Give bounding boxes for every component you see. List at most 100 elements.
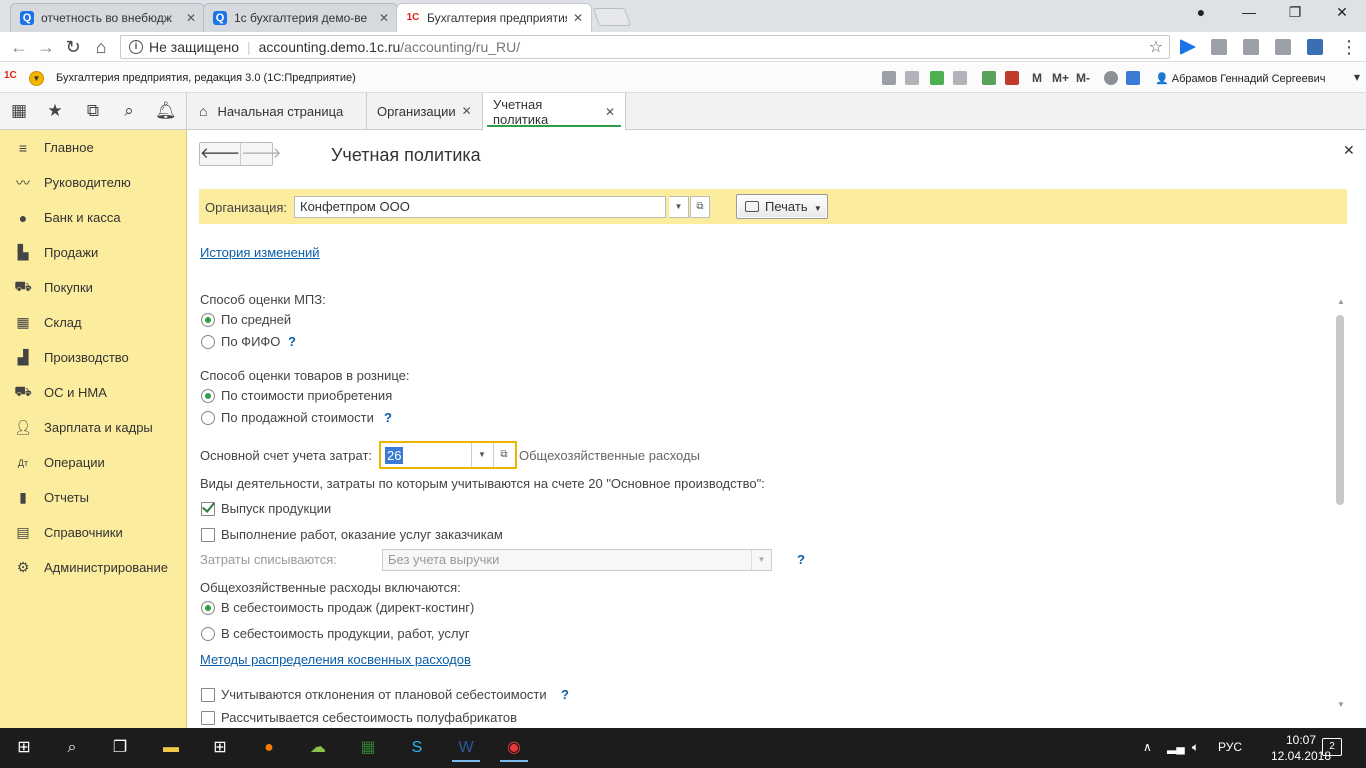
info-icon[interactable]: i <box>129 40 143 54</box>
open-icon[interactable]: ⧉ <box>690 196 710 218</box>
open-icon[interactable]: ⧉ <box>493 443 514 467</box>
cost-account-field[interactable]: 26 ▼ ⧉ <box>379 441 517 469</box>
extension-icon[interactable] <box>1243 39 1259 55</box>
file-explorer-icon[interactable]: ▬ <box>157 734 185 762</box>
section-manager[interactable]: 〰 Руководителю <box>0 165 187 200</box>
chevron-down-icon[interactable]: ▼ <box>669 196 689 218</box>
memory-minus-button[interactable]: M- <box>1076 71 1090 85</box>
minimize-button[interactable]: — <box>1234 4 1264 20</box>
forward-arrow-icon[interactable]: → <box>35 37 57 57</box>
section-purchases[interactable]: ⛟ Покупки <box>0 270 187 305</box>
main-menu-icon[interactable]: ▼ <box>29 71 44 86</box>
bookmark-star-icon[interactable]: ☆ <box>1149 37 1163 57</box>
organization-field[interactable]: Конфетпром ООО <box>294 196 666 218</box>
close-icon[interactable]: ✕ <box>462 104 472 118</box>
browser-menu-icon[interactable]: ⋮ <box>1338 37 1360 57</box>
section-reports[interactable]: ▮ Отчеты <box>0 480 187 515</box>
section-sales[interactable]: ▙ Продажи <box>0 235 187 270</box>
close-icon[interactable]: ✕ <box>1343 142 1355 159</box>
scroll-down-icon[interactable]: ▼ <box>1337 700 1345 709</box>
download-icon[interactable] <box>930 71 944 85</box>
word-icon[interactable]: W <box>452 734 480 762</box>
close-icon[interactable]: ✕ <box>605 105 615 119</box>
checkbox-services[interactable] <box>201 528 215 542</box>
checkbox-deviations[interactable] <box>201 688 215 702</box>
help-icon[interactable]: ? <box>288 334 296 349</box>
windows-start-icon[interactable]: ⊞ <box>10 734 38 762</box>
store-icon[interactable]: ⊞ <box>206 734 234 762</box>
methods-link[interactable]: Методы распределения косвенных расходов <box>200 652 471 667</box>
checkbox-semi-products[interactable] <box>201 711 215 725</box>
new-tab-button[interactable] <box>592 8 632 26</box>
reload-icon[interactable]: ↻ <box>62 37 84 57</box>
radio-mpz-average[interactable] <box>201 313 215 327</box>
chevron-down-icon[interactable]: ▼ <box>471 443 492 467</box>
checkbox-products[interactable] <box>201 502 215 516</box>
history-link[interactable]: История изменений <box>200 245 320 260</box>
section-bank[interactable]: ● Банк и касса <box>0 200 187 235</box>
notifications-icon[interactable]: 2 <box>1322 738 1342 756</box>
back-arrow-icon[interactable]: 🡐 <box>200 143 242 165</box>
url-input[interactable]: i Не защищено | accounting.demo.1c.ru/ac… <box>120 35 1170 59</box>
tab-organizations[interactable]: Организации ✕ <box>367 93 483 129</box>
close-window-button[interactable]: ✕ <box>1327 4 1357 21</box>
radio-overhead-production[interactable] <box>201 627 215 641</box>
section-payroll[interactable]: 👤︎ Зарплата и кадры <box>0 410 187 445</box>
forward-arrow-icon[interactable]: 🡒 <box>241 143 281 165</box>
language-indicator[interactable]: РУС <box>1218 740 1242 754</box>
radio-retail-purchase[interactable] <box>201 389 215 403</box>
memory-plus-button[interactable]: M+ <box>1052 71 1069 85</box>
radio-retail-sale[interactable] <box>201 411 215 425</box>
chrome-icon[interactable]: ◉ <box>500 734 528 762</box>
section-production[interactable]: ▟ Производство <box>0 340 187 375</box>
extension-icon[interactable] <box>1211 39 1227 55</box>
firefox-icon[interactable]: ● <box>255 734 283 762</box>
radio-mpz-fifo[interactable] <box>201 335 215 349</box>
user-name[interactable]: 👤 Абрамов Геннадий Сергеевич <box>1155 72 1326 85</box>
print-button[interactable]: Печать ▼ <box>736 194 828 219</box>
profile-icon[interactable]: ● <box>1186 4 1216 20</box>
search-icon[interactable]: ⌕ <box>119 101 139 121</box>
back-arrow-icon[interactable]: ← <box>8 37 30 57</box>
radio-overhead-sales[interactable] <box>201 601 215 615</box>
doc-icon[interactable] <box>953 71 967 85</box>
scrollbar-thumb[interactable] <box>1336 315 1344 505</box>
search-icon[interactable]: ⌕ <box>58 734 86 762</box>
tab-home[interactable]: ⌂ Начальная страница <box>187 93 367 129</box>
home-icon[interactable]: ⌂ <box>90 37 112 57</box>
zoom-icon[interactable] <box>1104 71 1118 85</box>
save-icon[interactable] <box>882 71 896 85</box>
browser-tab-1[interactable]: Q отчетность во внебюдж ✕ <box>10 3 205 32</box>
browser-tab-3[interactable]: 1С Бухгалтерия предприятия ✕ <box>396 3 592 32</box>
section-warehouse[interactable]: ▦ Склад <box>0 305 187 340</box>
panels-icon[interactable] <box>1126 71 1140 85</box>
task-view-icon[interactable]: ❐ <box>106 734 134 762</box>
play-extension-icon[interactable] <box>1180 39 1196 55</box>
extension-icon[interactable] <box>1275 39 1291 55</box>
scroll-up-icon[interactable]: ▲ <box>1337 297 1345 306</box>
bell-icon[interactable]: 🔔︎ <box>155 101 177 121</box>
skype-icon[interactable]: S <box>403 734 431 762</box>
close-tab-icon[interactable]: ✕ <box>379 11 389 25</box>
tab-accounting-policy[interactable]: Учетная политика ✕ <box>483 93 626 130</box>
network-icon[interactable]: ▂▄ <box>1167 740 1185 754</box>
browser-tab-2[interactable]: Q 1с бухгалтерия демо-ве ✕ <box>203 3 398 32</box>
section-catalogs[interactable]: ▤ Справочники <box>0 515 187 550</box>
section-assets[interactable]: ⛟ ОС и НМА <box>0 375 187 410</box>
volume-icon[interactable]: 🔈︎ <box>1192 740 1199 755</box>
help-icon[interactable]: ? <box>384 410 392 425</box>
close-tab-icon[interactable]: ✕ <box>573 11 583 25</box>
extension-icon[interactable] <box>1307 39 1323 55</box>
help-icon[interactable]: ? <box>561 687 569 702</box>
close-tab-icon[interactable]: ✕ <box>186 11 196 25</box>
calculator-icon[interactable] <box>982 71 996 85</box>
help-icon[interactable]: ? <box>797 552 805 567</box>
history-icon[interactable]: ⧉ <box>83 101 103 121</box>
section-operations[interactable]: Дт Операции <box>0 445 187 480</box>
calendar-icon[interactable] <box>1005 71 1019 85</box>
section-admin[interactable]: ⚙ Администрирование <box>0 550 187 585</box>
more-icon[interactable]: ▾ <box>1354 70 1360 84</box>
maximize-button[interactable]: ❐ <box>1280 4 1310 21</box>
print-icon[interactable] <box>905 71 919 85</box>
cloud-app-icon[interactable]: ☁ <box>304 734 332 762</box>
